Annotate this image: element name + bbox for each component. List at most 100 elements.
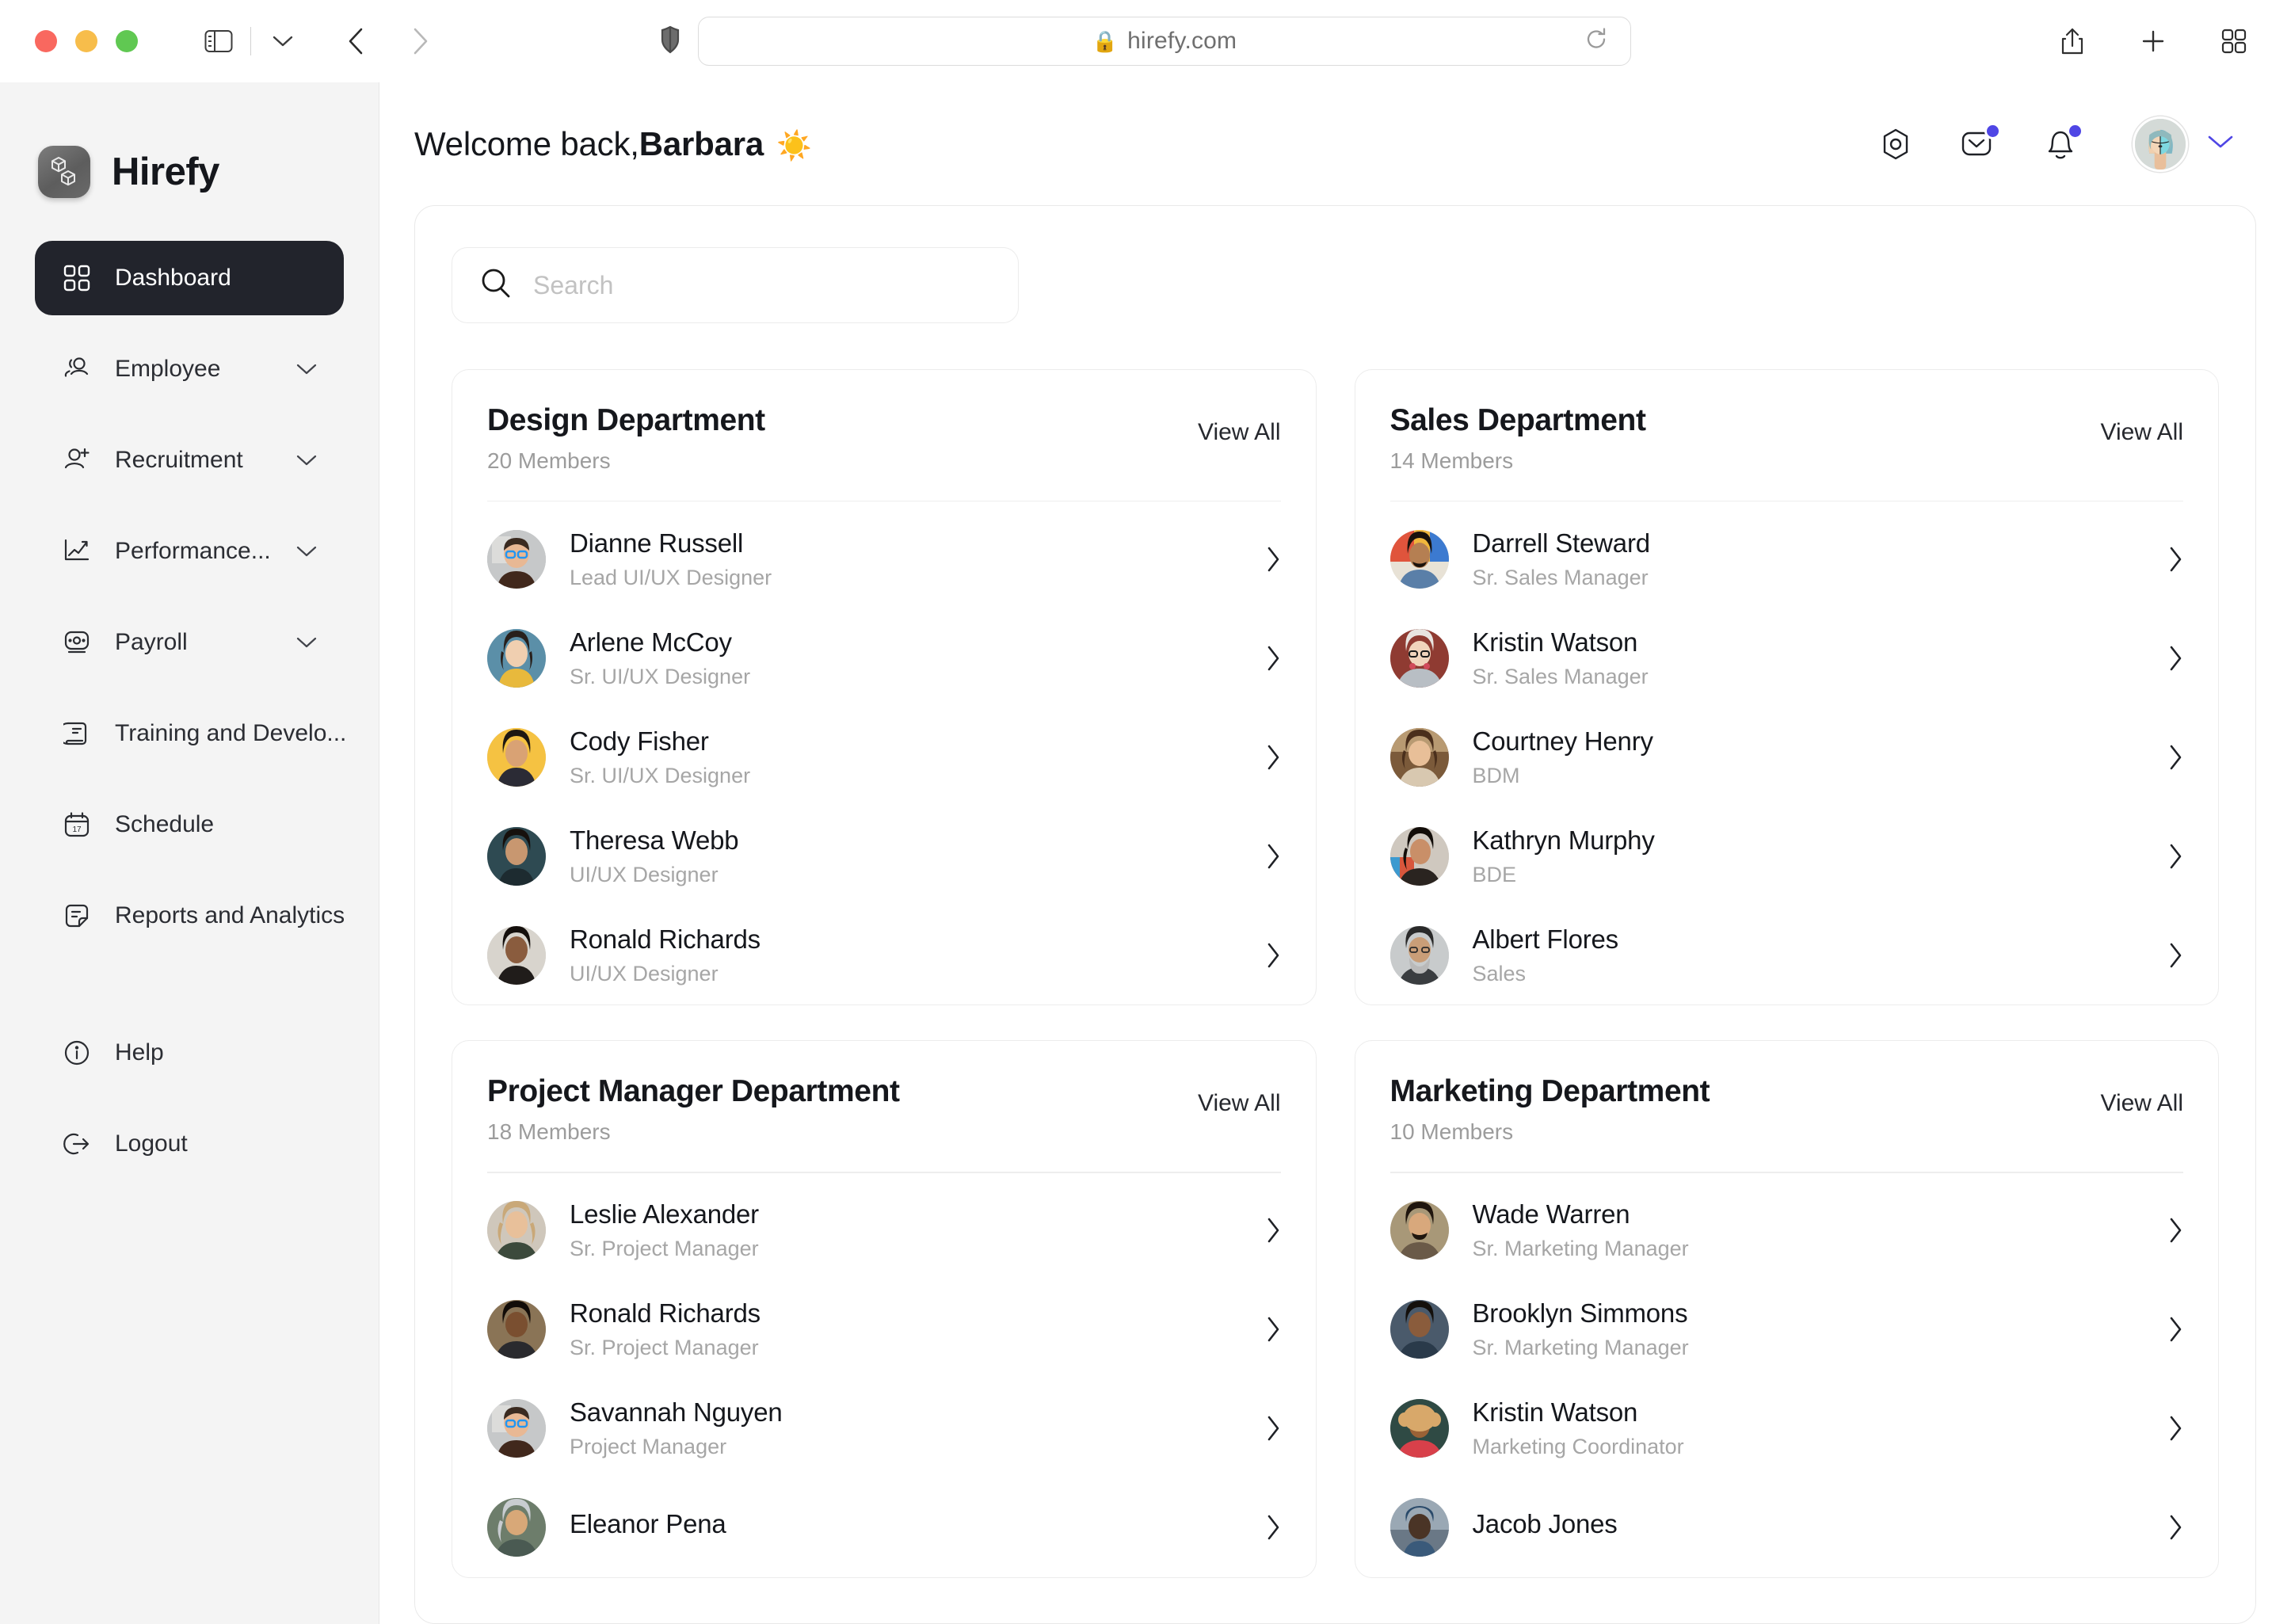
shield-icon[interactable] (660, 25, 680, 58)
avatar (1389, 1399, 1449, 1458)
chevron-right-icon[interactable] (1265, 843, 1281, 870)
employee-row[interactable]: Arlene McCoy Sr. UI/UX Designer (487, 608, 1281, 707)
search-input[interactable]: Search (452, 247, 1019, 323)
chevron-right-icon[interactable] (2167, 1514, 2183, 1541)
employee-row[interactable]: Ronald Richards Sr. Project Manager (487, 1280, 1281, 1379)
avatar (1389, 826, 1449, 886)
employee-row[interactable]: Eleanor Pena (487, 1478, 1281, 1577)
employee-row[interactable]: Wade Warren Sr. Marketing Manager (1389, 1181, 2184, 1280)
chevron-right-icon[interactable] (2167, 645, 2183, 672)
plus-icon[interactable] (2131, 19, 2175, 63)
chevron-down-icon[interactable] (296, 363, 317, 376)
app-shell: Hirefy Dashboard Employee Recruitment Pe… (0, 82, 2291, 1624)
employee-name: Brooklyn Simmons (1472, 1298, 1688, 1329)
sidebar-item-reports-and-analytics[interactable]: Reports and Analytics (35, 879, 345, 953)
grid-icon (62, 263, 92, 293)
sidebar-item-employee[interactable]: Employee (35, 332, 344, 406)
bell-icon[interactable] (2038, 121, 2083, 167)
chevron-right-icon[interactable] (2167, 1415, 2183, 1442)
sidebar-item-dashboard[interactable]: Dashboard (35, 241, 344, 315)
department-member-count: 10 Members (1389, 1119, 1514, 1145)
chevron-right-icon[interactable] (2167, 1217, 2183, 1244)
employee-row[interactable]: Kathryn Murphy BDE (1389, 806, 2184, 905)
chevron-down-icon[interactable] (296, 545, 317, 558)
forward-arrow-icon[interactable] (398, 19, 443, 63)
close-window-button[interactable] (35, 30, 57, 52)
employee-name: Wade Warren (1472, 1199, 1630, 1229)
tab-grid-icon[interactable] (2212, 19, 2256, 63)
department-title: Project Manager Department (487, 1074, 900, 1109)
document-icon (62, 901, 92, 931)
sidebar-item-training-and-development[interactable]: Training and Develo... (35, 696, 346, 771)
employee-row[interactable]: Savannah Nguyen Project Manager (487, 1379, 1281, 1478)
chevron-right-icon[interactable] (2167, 1316, 2183, 1343)
employee-row[interactable]: Albert Flores Sales (1389, 905, 2184, 1005)
chevron-right-icon[interactable] (1265, 546, 1281, 573)
chevron-right-icon[interactable] (2167, 942, 2183, 969)
employee-row[interactable]: Theresa Webb UI/UX Designer (487, 806, 1281, 905)
chevron-down-icon[interactable] (296, 636, 317, 649)
gear-hex-icon[interactable] (1873, 121, 1919, 167)
view-all-button[interactable]: View All (2100, 419, 2183, 446)
employee-row[interactable]: Cody Fisher Sr. UI/UX Designer (487, 707, 1281, 806)
chevron-right-icon[interactable] (1265, 645, 1281, 672)
mail-icon[interactable] (1955, 121, 2001, 167)
employee-row[interactable]: Brooklyn Simmons Sr. Marketing Manager (1389, 1280, 2184, 1379)
avatar[interactable] (2133, 116, 2188, 172)
employee-row[interactable]: Kristin Watson Marketing Coordinator (1389, 1379, 2184, 1478)
logout-icon (62, 1129, 92, 1159)
sidebar-item-recruitment[interactable]: Recruitment (35, 423, 344, 497)
maximize-window-button[interactable] (116, 30, 138, 52)
chevron-down-icon[interactable] (2207, 134, 2234, 154)
chevron-right-icon[interactable] (1265, 942, 1281, 969)
avatar (1389, 727, 1449, 787)
share-icon[interactable] (2050, 19, 2095, 63)
employee-row[interactable]: Jacob Jones (1389, 1478, 2184, 1577)
sidebar-item-schedule[interactable]: 17 Schedule (35, 787, 344, 862)
sidebar-item-payroll[interactable]: Payroll (35, 605, 344, 680)
main-content: Welcome back, Barbara ☀️ Search Design D… (379, 82, 2291, 1624)
sidebar-item-performance[interactable]: Performance... (35, 514, 344, 589)
avatar (1389, 1498, 1449, 1557)
back-arrow-icon[interactable] (334, 19, 378, 63)
divider (1389, 1172, 2183, 1173)
view-all-button[interactable]: View All (1198, 419, 1281, 446)
view-all-button[interactable]: View All (1198, 1090, 1281, 1117)
chevron-right-icon[interactable] (1265, 1217, 1281, 1244)
view-all-button[interactable]: View All (2100, 1090, 2183, 1117)
avatar (1389, 925, 1449, 985)
employee-row[interactable]: Dianne Russell Lead UI/UX Designer (487, 509, 1281, 608)
chevron-right-icon[interactable] (2167, 546, 2183, 573)
department-title: Design Department (487, 403, 765, 437)
sidebar-item-label: Help (115, 1039, 164, 1066)
chevron-right-icon[interactable] (2167, 843, 2183, 870)
sidebar-item-label: Employee (115, 356, 221, 382)
brand-name: Hirefy (112, 151, 219, 193)
user-menu[interactable] (2133, 116, 2234, 172)
chevron-right-icon[interactable] (1265, 744, 1281, 771)
sidebar-item-help[interactable]: Help (35, 1016, 344, 1090)
sidebar-toggle-icon[interactable] (196, 19, 241, 63)
reload-icon[interactable] (1584, 27, 1608, 56)
lock-icon: 🔒 (1092, 29, 1119, 53)
employee-row[interactable]: Kristin Watson Sr. Sales Manager (1389, 608, 2184, 707)
employee-name: Albert Flores (1472, 924, 1619, 954)
employee-row[interactable]: Darrell Steward Sr. Sales Manager (1389, 509, 2184, 608)
avatar (487, 925, 546, 985)
chevron-right-icon[interactable] (1265, 1514, 1281, 1541)
avatar (487, 628, 546, 688)
divider (487, 500, 1281, 502)
minimize-window-button[interactable] (75, 30, 97, 52)
department-member-count: 20 Members (487, 448, 611, 473)
chevron-down-icon[interactable] (296, 454, 317, 467)
employee-row[interactable]: Leslie Alexander Sr. Project Manager (487, 1181, 1281, 1280)
chevron-right-icon[interactable] (1265, 1415, 1281, 1442)
chevron-right-icon[interactable] (1265, 1316, 1281, 1343)
chevron-down-icon[interactable] (261, 19, 305, 63)
chevron-right-icon[interactable] (2167, 744, 2183, 771)
department-header: Sales Department 14 Members View All (1390, 403, 2184, 474)
employee-row[interactable]: Courtney Henry BDM (1389, 707, 2184, 806)
employee-row[interactable]: Ronald Richards UI/UX Designer (487, 905, 1281, 1005)
address-bar[interactable]: 🔒 hirefy.com (698, 17, 1631, 66)
sidebar-item-logout[interactable]: Logout (35, 1107, 344, 1181)
